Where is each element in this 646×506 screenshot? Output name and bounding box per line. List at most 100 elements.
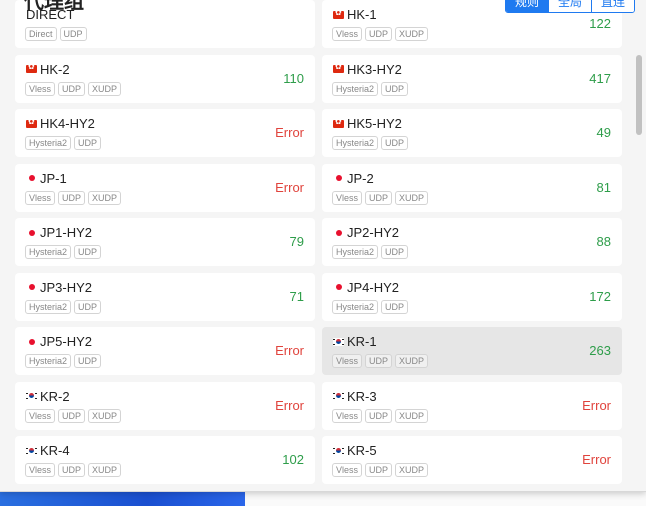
proxy-card[interactable]: KR-3 Vless UDP XUDP Error (322, 381, 622, 430)
mode-direct-button[interactable]: 直连 (592, 0, 635, 12)
proxy-name-label: KR-1 (347, 334, 377, 349)
jp-flag-icon (333, 228, 344, 237)
proxy-name-label: JP-1 (40, 170, 67, 186)
proxy-tag: XUDP (395, 190, 429, 205)
latency-value[interactable]: Error (275, 343, 304, 358)
proxy-tag: UDP (74, 136, 102, 150)
proxy-name: JP1-HY2 (26, 225, 92, 240)
latency-value[interactable]: 172 (589, 289, 611, 304)
proxy-name: JP-2 (333, 171, 374, 186)
latency-value[interactable]: 102 (282, 452, 304, 467)
proxy-tag: UDP (365, 354, 393, 368)
proxy-tag: Hysteria2 (332, 299, 379, 314)
proxy-card[interactable]: JP2-HY2 Hysteria2 UDP 88 (322, 218, 622, 266)
proxy-tag: Hysteria2 (332, 245, 379, 259)
proxy-tag: UDP (365, 408, 393, 423)
proxy-tag: UDP (58, 81, 86, 96)
proxy-tag: UDP (58, 190, 86, 205)
proxy-tag: UDP (381, 136, 409, 150)
hk-flag-icon (26, 117, 37, 128)
proxy-name-label: HK5-HY2 (347, 116, 402, 131)
proxy-card[interactable]: KR-2 Vless UDP XUDP Error (15, 381, 315, 430)
page-title: 代理组 (24, 0, 84, 13)
proxy-tags: Vless UDP XUDP (25, 81, 122, 96)
proxy-card[interactable]: HK5-HY2 Hysteria2UDP 49 (322, 109, 622, 157)
latency-value[interactable]: 79 (290, 234, 304, 249)
proxy-tag: UDP (59, 27, 87, 41)
proxy-tag: Vless (25, 81, 56, 96)
proxy-tags: Vless UDP XUDP (332, 190, 429, 205)
hk-flag-icon (26, 62, 37, 73)
proxy-name-label: KR-3 (347, 388, 377, 404)
proxy-card[interactable]: HK4-HY2 Hysteria2UDP Error (15, 109, 315, 157)
kr-flag-icon (26, 446, 37, 455)
proxy-tag: XUDP (395, 27, 429, 41)
proxy-tag: Vless (332, 354, 363, 368)
proxy-card[interactable]: JP-2 Vless UDP XUDP 81 (322, 163, 622, 212)
proxy-tag: XUDP (88, 463, 122, 477)
jp-flag-icon (26, 337, 37, 346)
latency-value[interactable]: 71 (290, 289, 304, 304)
proxy-card[interactable]: KR-1 Vless UDP XUDP 263 (322, 327, 622, 375)
proxy-card[interactable]: HK3-HY2 Hysteria2UDP 417 (322, 54, 622, 103)
kr-flag-icon (333, 337, 344, 346)
proxy-tags: Direct UDP (25, 27, 87, 41)
kr-flag-icon (333, 446, 344, 455)
latency-value[interactable]: 88 (597, 234, 611, 249)
proxy-name-label: JP2-HY2 (347, 225, 400, 240)
proxy-name-label: JP4-HY2 (347, 279, 400, 295)
proxy-tags: Hysteria2 UDP (25, 136, 102, 150)
latency-value[interactable]: 81 (597, 180, 611, 195)
latency-value[interactable]: 110 (283, 71, 304, 86)
proxy-tags: Vless UDP XUDP (332, 354, 429, 368)
scrollbar[interactable] (634, 0, 644, 491)
proxy-tags: Vless UDP XUDP (332, 27, 429, 41)
proxy-name: HK-2 (26, 62, 70, 77)
latency-value[interactable]: Error (582, 398, 611, 413)
latency-value[interactable]: Error (275, 180, 304, 195)
proxy-tag: XUDP (395, 354, 429, 368)
proxy-name-label: KR-4 (40, 443, 70, 458)
proxy-card[interactable]: JP3-HY2 Hysteria2 UDP 71 (15, 272, 315, 321)
proxy-name: JP5-HY2 (26, 334, 92, 349)
proxy-grid: DIRECTDirectUDPHK-1VlessUDPXUDP122HK-2Vl… (15, 0, 627, 491)
proxy-name: KR-3 (333, 389, 377, 404)
proxy-tags: Hysteria2 UDP (25, 245, 102, 259)
mode-rule-button[interactable]: 规则 (506, 0, 550, 12)
latency-value[interactable]: 263 (589, 343, 611, 358)
proxy-card[interactable]: JP1-HY2 Hysteria2 UDP 79 (15, 218, 315, 266)
proxy-card[interactable]: KR-4 Vless UDP XUDP 102 (15, 436, 315, 484)
mode-global-button[interactable]: 全局 (549, 0, 593, 12)
proxy-tag: UDP (365, 463, 393, 477)
proxy-name: JP-1 (26, 171, 67, 186)
proxy-tag: XUDP (88, 81, 122, 96)
proxy-card[interactable]: JP4-HY2 Hysteria2 UDP 172 (322, 272, 622, 321)
scrollbar-thumb[interactable] (636, 55, 642, 135)
latency-value[interactable]: 417 (589, 71, 611, 86)
proxy-tag: Vless (25, 463, 56, 477)
proxy-tag: Hysteria2 (25, 136, 72, 150)
proxy-tag: Vless (332, 27, 363, 41)
proxy-group-panel: DIRECTDirectUDPHK-1VlessUDPXUDP122HK-2Vl… (0, 0, 646, 492)
latency-value[interactable]: Error (275, 398, 304, 413)
kr-flag-icon (333, 392, 344, 400)
proxy-tag: XUDP (395, 408, 429, 423)
proxy-tag: Hysteria2 (25, 245, 72, 259)
proxy-tag: Direct (25, 27, 57, 41)
proxy-card[interactable]: KR-5 Vless UDP XUDP Error (322, 436, 622, 484)
proxy-name: KR-5 (333, 443, 377, 458)
proxy-tags: Vless UDP XUDP (332, 408, 429, 423)
proxy-card[interactable]: JP-1 Vless UDP XUDP Error (15, 163, 315, 212)
proxy-card[interactable]: JP5-HY2 Hysteria2 UDP Error (15, 327, 315, 375)
proxy-name-label: HK4-HY2 (40, 116, 95, 131)
latency-value[interactable]: Error (582, 452, 611, 467)
proxy-card[interactable]: HK-2 VlessUDPXUDP 110 (15, 54, 315, 103)
jp-flag-icon (333, 283, 344, 291)
latency-value[interactable]: Error (275, 125, 304, 140)
proxy-tag: Vless (25, 408, 56, 423)
proxy-tag: UDP (74, 354, 102, 368)
proxy-tag: UDP (58, 408, 86, 423)
proxy-name: JP4-HY2 (333, 280, 399, 295)
proxy-name-label: KR-5 (347, 443, 377, 458)
latency-value[interactable]: 49 (597, 125, 611, 140)
